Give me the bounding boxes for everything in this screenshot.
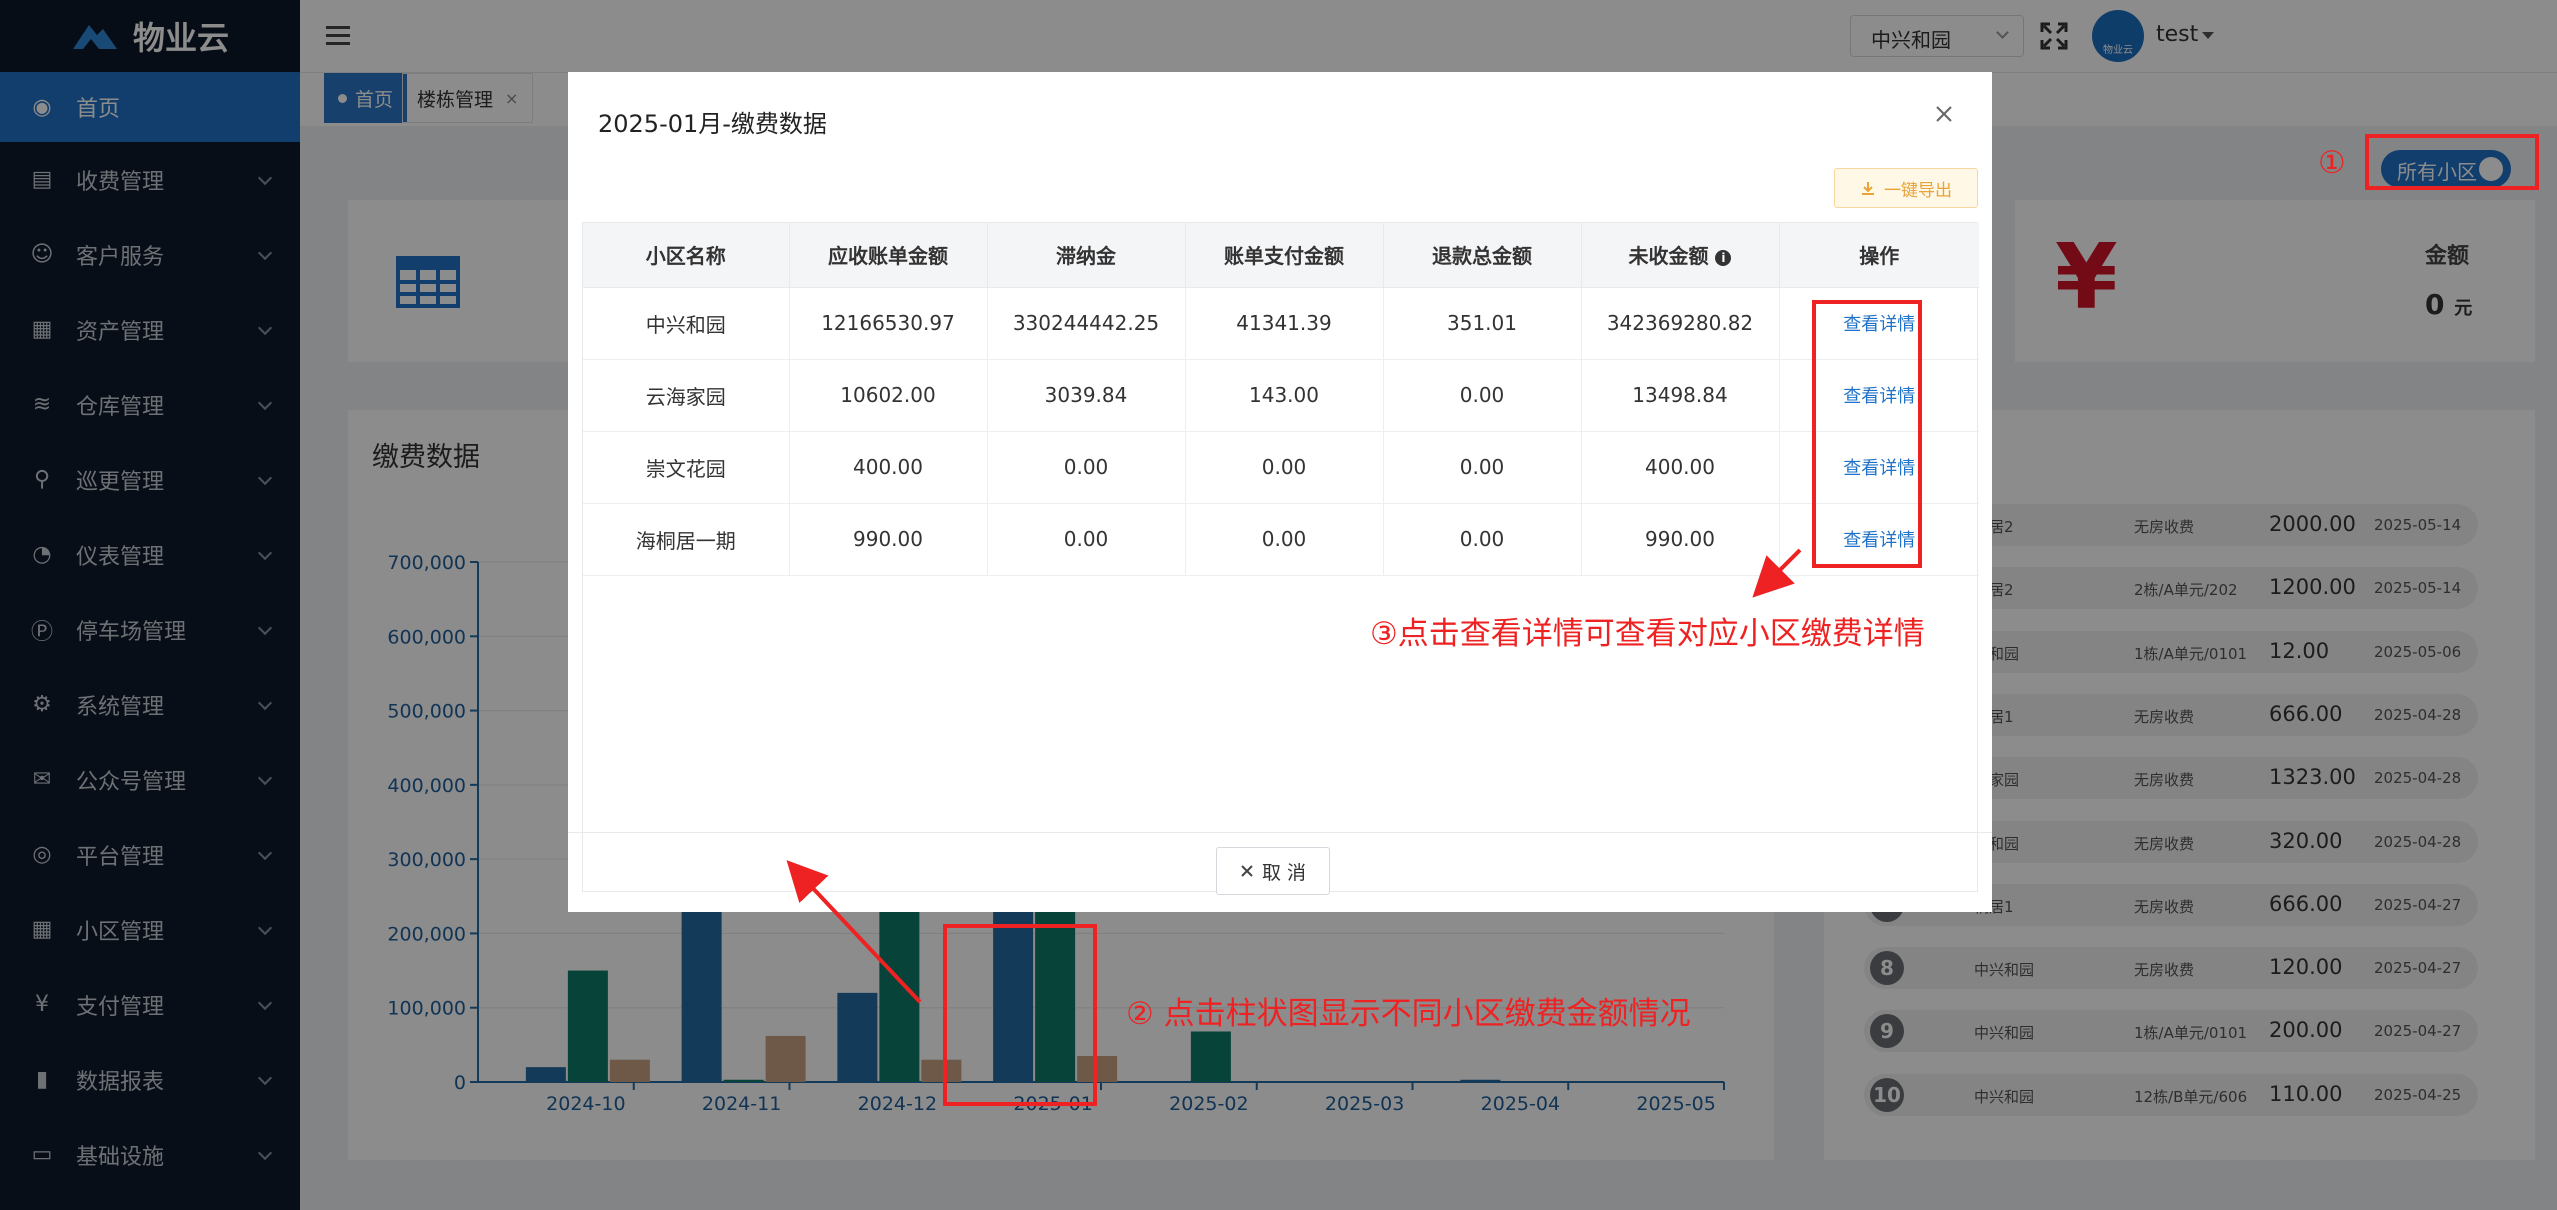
- cell-paid: 0.00: [1185, 503, 1384, 576]
- annotation-step1: ①: [2318, 145, 2346, 181]
- annotation-step2: ② 点击柱状图显示不同小区缴费金额情况: [1126, 996, 1691, 1032]
- table-row: 海桐居一期 990.00 0.00 0.00 0.00 990.00 查看详情: [583, 503, 1979, 576]
- cell-unpaid: 400.00: [1581, 431, 1780, 504]
- table-row: 云海家园 10602.00 3039.84 143.00 0.00 13498.84 查看详…: [583, 359, 1979, 432]
- cell-name: 中兴和园: [583, 287, 790, 360]
- payment-table: 小区名称 应收账单金额 滞纳金 账单支付金额 退款总金额 未收金额 i 操作 中…: [582, 222, 1979, 892]
- cell-refund: 0.00: [1383, 359, 1582, 432]
- download-icon: [1862, 182, 1874, 195]
- col-unpaid-label: 未收金额: [1628, 244, 1709, 269]
- table-row: 崇文花园 400.00 0.00 0.00 0.00 400.00 查看详情: [583, 431, 1979, 504]
- cancel-label: 取 消: [1261, 861, 1307, 884]
- cell-late-fee: 0.00: [987, 503, 1186, 576]
- cell-receivable: 10602.00: [789, 359, 988, 432]
- col-refund: 退款总金额: [1383, 223, 1582, 288]
- export-label: 一键导出: [1884, 180, 1952, 201]
- cell-paid: 0.00: [1185, 431, 1384, 504]
- close-icon[interactable]: [1932, 102, 1956, 126]
- payment-data-modal: 2025-01月-缴费数据 一键导出 小区名称 应收账单金额 滞纳金 账单支付金…: [568, 72, 1992, 912]
- info-icon[interactable]: i: [1715, 249, 1732, 266]
- annotation-box-bar: [943, 924, 1097, 1106]
- table-row: 中兴和园 12166530.97 330244442.25 41341.39 351.0…: [583, 287, 1979, 360]
- col-late-fee: 滞纳金: [987, 223, 1186, 288]
- cell-name: 云海家园: [583, 359, 790, 432]
- cell-late-fee: 3039.84: [987, 359, 1186, 432]
- export-button[interactable]: 一键导出: [1834, 168, 1978, 208]
- cell-unpaid: 342369280.82: [1581, 287, 1780, 360]
- cell-name: 崇文花园: [583, 431, 790, 504]
- cell-refund: 0.00: [1383, 431, 1582, 504]
- annotation-box-toggle: [2365, 134, 2539, 190]
- cell-paid: 143.00: [1185, 359, 1384, 432]
- cell-name: 海桐居一期: [583, 503, 790, 576]
- cell-receivable: 12166530.97: [789, 287, 988, 360]
- col-action: 操作: [1779, 223, 1979, 288]
- cell-late-fee: 0.00: [987, 431, 1186, 504]
- annotation-step3: ③点击查看详情可查看对应小区缴费详情: [1370, 616, 1925, 652]
- cell-paid: 41341.39: [1185, 287, 1384, 360]
- annotation-box-detail: [1812, 300, 1922, 568]
- cell-receivable: 400.00: [789, 431, 988, 504]
- cell-refund: 351.01: [1383, 287, 1582, 360]
- modal-title: 2025-01月-缴费数据: [598, 110, 827, 138]
- cancel-button[interactable]: 取 消: [1216, 847, 1330, 895]
- col-community: 小区名称: [583, 223, 790, 288]
- col-receivable: 应收账单金额: [789, 223, 988, 288]
- cell-unpaid: 13498.84: [1581, 359, 1780, 432]
- cell-refund: 0.00: [1383, 503, 1582, 576]
- cell-late-fee: 330244442.25: [987, 287, 1186, 360]
- col-unpaid: 未收金额 i: [1581, 223, 1780, 288]
- cancel-x-icon: [1241, 865, 1253, 877]
- table-header-row: 小区名称 应收账单金额 滞纳金 账单支付金额 退款总金额 未收金额 i 操作: [583, 223, 1979, 288]
- cell-receivable: 990.00: [789, 503, 988, 576]
- cell-unpaid: 990.00: [1581, 503, 1780, 576]
- col-paid: 账单支付金额: [1185, 223, 1384, 288]
